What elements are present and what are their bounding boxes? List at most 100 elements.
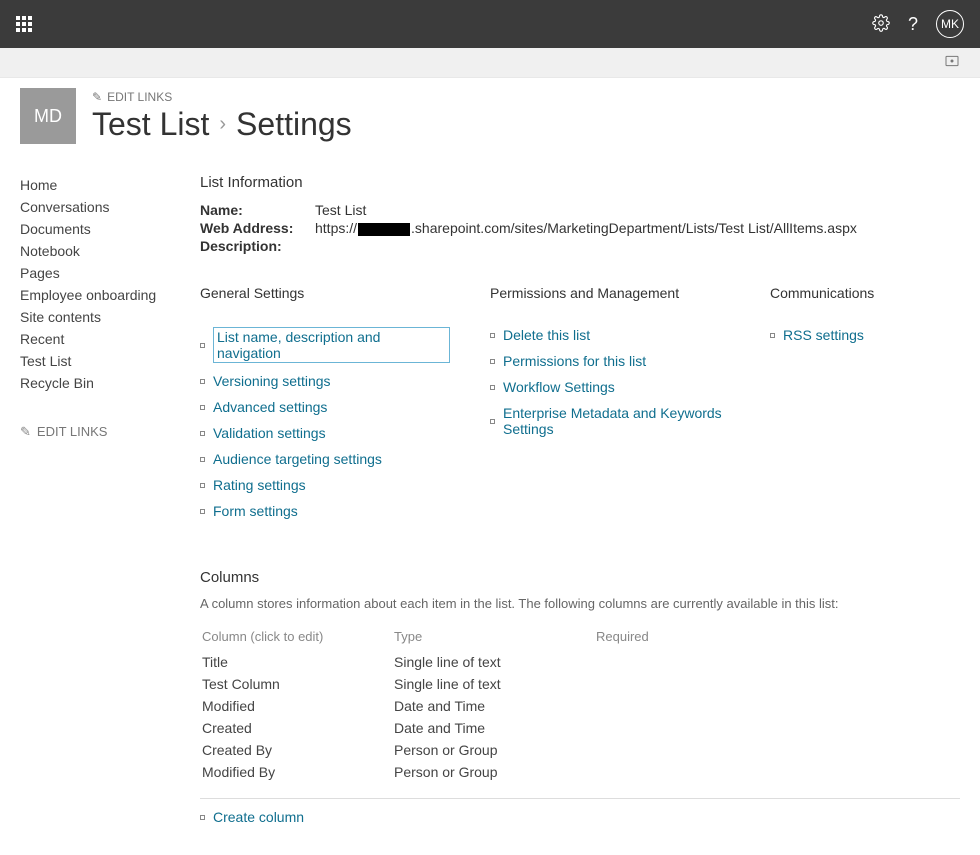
table-row: CreatedDate and Time <box>202 718 958 738</box>
settings-link[interactable]: RSS settings <box>783 327 864 343</box>
left-nav-item[interactable]: Site contents <box>20 306 180 328</box>
left-nav-item[interactable]: Recycle Bin <box>20 372 180 394</box>
columns-divider <box>200 798 960 799</box>
main-area: HomeConversationsDocumentsNotebookPagesE… <box>0 144 980 855</box>
column-name-cell[interactable]: Created <box>202 718 392 738</box>
left-nav-item[interactable]: Test List <box>20 350 180 372</box>
suite-bar: ? MK <box>0 0 980 48</box>
bullet-icon <box>200 483 205 488</box>
bullet-icon <box>200 431 205 436</box>
columns-heading: Columns <box>200 569 960 586</box>
bullet-icon <box>200 457 205 462</box>
settings-link-item: Rating settings <box>200 477 450 493</box>
columns-header-required: Required <box>596 629 958 650</box>
user-avatar[interactable]: MK <box>936 10 964 38</box>
focus-mode-icon[interactable] <box>944 53 960 72</box>
bullet-icon <box>770 333 775 338</box>
left-nav-item[interactable]: Notebook <box>20 240 180 262</box>
general-settings-links: List name, description and navigation Ver… <box>200 327 450 519</box>
help-icon[interactable]: ? <box>908 14 918 35</box>
breadcrumb-list-link[interactable]: Test List <box>92 106 209 143</box>
site-logo[interactable]: MD <box>20 88 76 144</box>
column-name-cell[interactable]: Modified By <box>202 762 392 782</box>
column-required-cell <box>596 740 958 760</box>
settings-link[interactable]: Delete this list <box>503 327 590 343</box>
permissions-settings: Permissions and Management Delete this l… <box>490 285 730 529</box>
bullet-icon <box>200 815 205 820</box>
info-name-label: Name: <box>200 202 315 218</box>
page-header: MD ✎ EDIT LINKS Test List › Settings <box>0 78 980 144</box>
left-nav-item[interactable]: Conversations <box>20 196 180 218</box>
settings-link-item: Delete this list <box>490 327 730 343</box>
table-row: Created ByPerson or Group <box>202 740 958 760</box>
edit-links-label: EDIT LINKS <box>107 90 172 104</box>
app-launcher-icon[interactable] <box>16 16 32 32</box>
table-row: Test ColumnSingle line of text <box>202 674 958 694</box>
settings-link[interactable]: List name, description and navigation <box>213 327 450 363</box>
settings-link[interactable]: Workflow Settings <box>503 379 615 395</box>
settings-link-item: Form settings <box>200 503 450 519</box>
columns-header-type: Type <box>394 629 594 650</box>
suite-bar-right: ? MK <box>872 10 964 38</box>
column-name-cell[interactable]: Title <box>202 652 392 672</box>
bullet-icon <box>490 359 495 364</box>
settings-link-item: Advanced settings <box>200 399 450 415</box>
column-name-cell[interactable]: Modified <box>202 696 392 716</box>
address-redacted <box>358 223 410 236</box>
communications-settings-heading: Communications <box>770 285 874 301</box>
address-suffix: .sharepoint.com/sites/MarketingDepartmen… <box>411 220 857 236</box>
settings-link[interactable]: Rating settings <box>213 477 306 493</box>
page-title: Test List › Settings <box>92 106 352 143</box>
table-row: TitleSingle line of text <box>202 652 958 672</box>
column-type-cell: Single line of text <box>394 674 594 694</box>
suite-bar-left <box>16 16 32 32</box>
bullet-icon <box>200 379 205 384</box>
permissions-settings-links: Delete this list Permissions for this lis… <box>490 327 730 437</box>
header-content: ✎ EDIT LINKS Test List › Settings <box>92 90 352 143</box>
info-row-name: Name: Test List <box>200 201 960 219</box>
bullet-icon <box>490 333 495 338</box>
column-required-cell <box>596 696 958 716</box>
columns-header-name: Column (click to edit) <box>202 629 392 650</box>
edit-links-sidebar[interactable]: ✎EDIT LINKS <box>20 424 180 440</box>
settings-link-item: Permissions for this list <box>490 353 730 369</box>
communications-settings-links: RSS settings <box>770 327 874 343</box>
settings-link-item: Enterprise Metadata and Keywords Setting… <box>490 405 730 437</box>
column-name-cell[interactable]: Test Column <box>202 674 392 694</box>
settings-link-item: List name, description and navigation <box>200 327 450 363</box>
left-nav-item[interactable]: Recent <box>20 328 180 350</box>
column-name-cell[interactable]: Created By <box>202 740 392 760</box>
left-nav-item[interactable]: Home <box>20 174 180 196</box>
column-type-cell: Person or Group <box>394 762 594 782</box>
settings-link[interactable]: Versioning settings <box>213 373 331 389</box>
settings-link[interactable]: Validation settings <box>213 425 326 441</box>
columns-section: Columns A column stores information abou… <box>200 569 960 825</box>
info-row-description: Description: <box>200 237 960 255</box>
left-nav-item[interactable]: Documents <box>20 218 180 240</box>
left-nav-item[interactable]: Pages <box>20 262 180 284</box>
settings-link-item: Versioning settings <box>200 373 450 389</box>
bullet-icon <box>200 343 205 348</box>
bullet-icon <box>200 405 205 410</box>
gear-icon[interactable] <box>872 14 890 35</box>
bullet-icon <box>490 385 495 390</box>
breadcrumb-separator-icon: › <box>219 113 226 136</box>
left-nav-item[interactable]: Employee onboarding <box>20 284 180 306</box>
pencil-icon: ✎ <box>92 90 102 104</box>
settings-link[interactable]: Form settings <box>213 503 298 519</box>
columns-description: A column stores information about each i… <box>200 596 960 611</box>
list-info-heading: List Information <box>200 174 960 191</box>
create-column-link[interactable]: Create column <box>213 809 304 825</box>
settings-link[interactable]: Advanced settings <box>213 399 327 415</box>
column-required-cell <box>596 674 958 694</box>
columns-table: Column (click to edit) Type Required Tit… <box>200 627 960 784</box>
settings-link[interactable]: Audience targeting settings <box>213 451 382 467</box>
columns-header-row: Column (click to edit) Type Required <box>202 629 958 650</box>
general-settings: General Settings List name, description … <box>200 285 450 529</box>
settings-link[interactable]: Enterprise Metadata and Keywords Setting… <box>503 405 730 437</box>
settings-link[interactable]: Permissions for this list <box>503 353 646 369</box>
content-area: List Information Name: Test List Web Add… <box>200 174 960 825</box>
column-type-cell: Date and Time <box>394 696 594 716</box>
bullet-icon <box>200 509 205 514</box>
edit-links-top[interactable]: ✎ EDIT LINKS <box>92 90 352 104</box>
